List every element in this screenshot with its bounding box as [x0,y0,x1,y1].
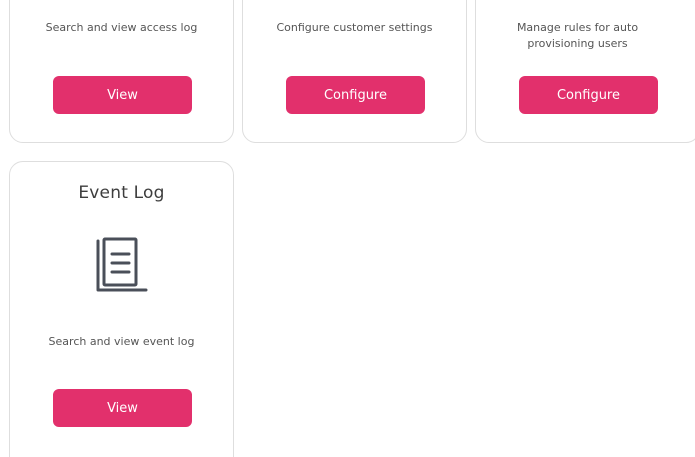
card-customer-settings: Configure customer settings Configure [242,0,467,143]
card-description: Search and view access log [45,21,198,34]
card-title: Event Log [78,183,165,203]
configure-auto-provisioning-button[interactable]: Configure [519,76,658,114]
card-auto-provisioning: Manage rules for auto provisioning users… [475,0,695,143]
book-icon [94,237,150,303]
admin-cards-grid: Search and view access log View Configur… [0,0,695,457]
card-access-log: Search and view access log View [9,0,234,143]
configure-customer-settings-button[interactable]: Configure [286,76,425,114]
view-event-log-button[interactable]: View [53,389,192,427]
card-event-log: Event Log Search and view event log View [9,161,234,457]
card-description: Manage rules for auto provisioning users [516,21,639,50]
card-description: Configure customer settings [276,21,433,34]
card-icon [10,235,233,303]
view-access-log-button[interactable]: View [53,76,192,114]
card-description: Search and view event log [48,335,195,348]
